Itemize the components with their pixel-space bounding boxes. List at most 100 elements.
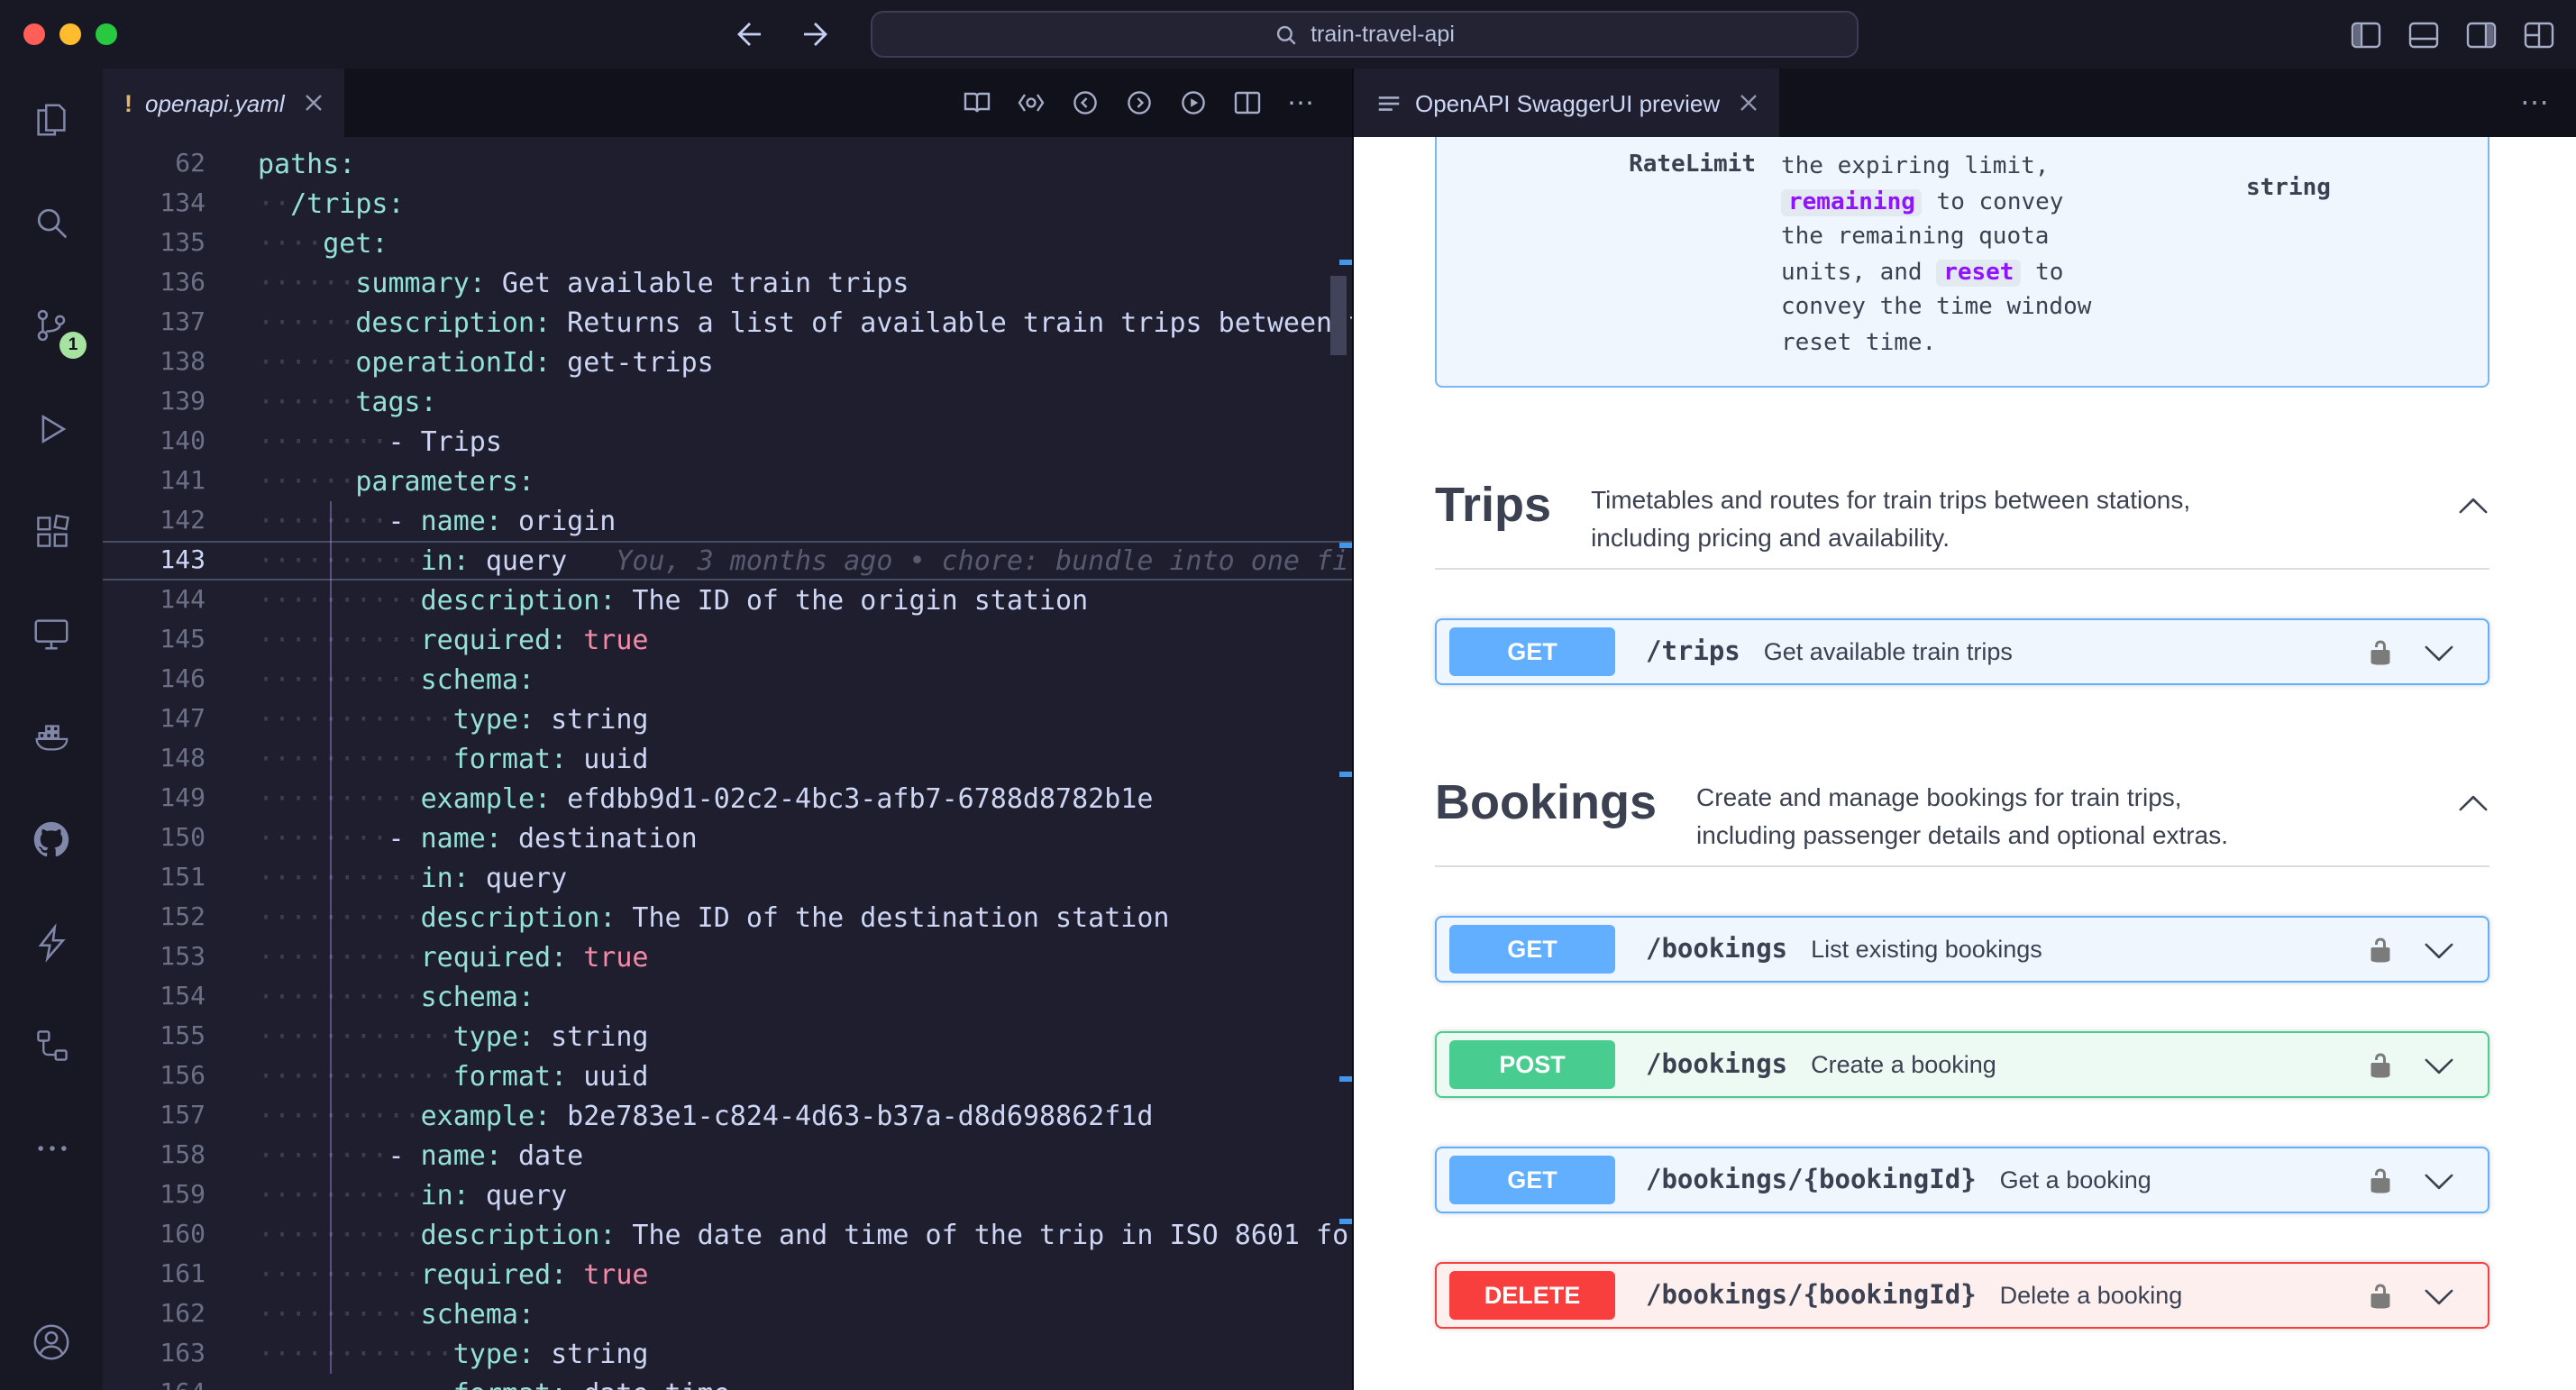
- close-tab-icon[interactable]: [1740, 94, 1758, 112]
- code-line[interactable]: 152 ··········description: The ID of the …: [103, 898, 1352, 937]
- auth-lock-icon[interactable]: [2367, 1281, 2394, 1310]
- source-control-icon[interactable]: 1: [0, 274, 103, 377]
- code-line[interactable]: 142 ········- name: origin: [103, 501, 1352, 541]
- code-line[interactable]: 154 ··········schema:: [103, 977, 1352, 1017]
- code-line[interactable]: 146 ··········schema:: [103, 660, 1352, 700]
- auth-lock-icon[interactable]: [2367, 1050, 2394, 1079]
- code-line[interactable]: 143 ··········in: query You, 3 months ago…: [103, 541, 1352, 581]
- expand-chevron-icon[interactable]: [2423, 1048, 2455, 1081]
- tag-title: Bookings: [1435, 775, 1658, 829]
- auth-lock-icon[interactable]: [2367, 935, 2394, 964]
- line-number: 147: [160, 705, 206, 734]
- docker-icon[interactable]: [0, 685, 103, 788]
- expand-chevron-icon[interactable]: [2423, 1279, 2455, 1312]
- more-views-icon[interactable]: [0, 1096, 103, 1199]
- operation-row[interactable]: GET/bookings/{bookingId} Get a booking: [1435, 1147, 2489, 1213]
- auth-lock-icon[interactable]: [2367, 1166, 2394, 1194]
- code-line[interactable]: 137 ······description: Returns a list of …: [103, 303, 1352, 343]
- code-line[interactable]: 158 ········- name: date: [103, 1136, 1352, 1175]
- zoom-window-icon[interactable]: [96, 23, 117, 45]
- run-debug-icon[interactable]: [0, 377, 103, 480]
- operation-row[interactable]: GET/bookings List existing bookings: [1435, 916, 2489, 983]
- auth-lock-icon[interactable]: [2367, 637, 2394, 666]
- collapse-chevron-icon[interactable]: [2457, 478, 2489, 523]
- extensions-icon[interactable]: [0, 480, 103, 582]
- openapi-preview-icon[interactable]: [1017, 88, 1046, 117]
- code-line[interactable]: 147 ············type: string: [103, 700, 1352, 739]
- customize-layout-icon[interactable]: [2524, 21, 2554, 48]
- operation-row[interactable]: POST/bookings Create a booking: [1435, 1031, 2489, 1098]
- navigate-forward-icon[interactable]: [800, 20, 829, 49]
- previous-change-icon[interactable]: [1071, 88, 1100, 117]
- code-line[interactable]: 155 ············type: string: [103, 1017, 1352, 1056]
- editor-scrollbar[interactable]: [1330, 276, 1347, 355]
- thunder-client-icon[interactable]: [0, 891, 103, 993]
- operation-row[interactable]: DELETE/bookings/{bookingId} Delete a book…: [1435, 1262, 2489, 1329]
- code-line[interactable]: 135 ····get:: [103, 224, 1352, 263]
- line-number: 159: [160, 1181, 206, 1210]
- title-bar: train-travel-api: [0, 0, 2576, 69]
- hierarchy-icon[interactable]: [0, 993, 103, 1096]
- code-line[interactable]: 157 ··········example: b2e783e1-c824-4d63…: [103, 1096, 1352, 1136]
- overview-ruler-mark: [1339, 1076, 1352, 1082]
- more-actions-icon[interactable]: ⋯: [2520, 69, 2576, 137]
- toggle-secondary-sidebar-icon[interactable]: [2466, 21, 2497, 48]
- more-actions-icon[interactable]: ⋯: [1287, 87, 1316, 119]
- expand-chevron-icon[interactable]: [2423, 1164, 2455, 1196]
- code-line[interactable]: 138 ······operationId: get-trips: [103, 343, 1352, 382]
- command-center[interactable]: train-travel-api: [871, 11, 1859, 58]
- account-icon[interactable]: [0, 1293, 103, 1390]
- explorer-icon[interactable]: [0, 69, 103, 171]
- close-tab-icon[interactable]: [305, 94, 323, 112]
- code-line[interactable]: 145 ··········required: true: [103, 620, 1352, 660]
- expand-chevron-icon[interactable]: [2423, 636, 2455, 668]
- line-number: 153: [160, 943, 206, 972]
- close-window-icon[interactable]: [23, 23, 45, 45]
- code-line[interactable]: 144 ··········description: The ID of the …: [103, 581, 1352, 620]
- code-line[interactable]: 159 ··········in: query: [103, 1175, 1352, 1215]
- line-number: 151: [160, 864, 206, 892]
- open-preview-icon[interactable]: [963, 88, 991, 117]
- code-line[interactable]: 161 ··········required: true: [103, 1255, 1352, 1294]
- overview-ruler-mark: [1339, 543, 1352, 548]
- code-line[interactable]: 162 ··········schema:: [103, 1294, 1352, 1334]
- code-line[interactable]: 62 paths:: [103, 144, 1352, 184]
- tab-openapi-yaml[interactable]: ! openapi.yaml: [103, 69, 344, 137]
- operation-summary: Delete a booking: [1999, 1282, 2183, 1309]
- command-center-text: train-travel-api: [1311, 22, 1455, 47]
- code-line[interactable]: 150 ········- name: destination: [103, 818, 1352, 858]
- operation-row[interactable]: GET/trips Get available train trips: [1435, 618, 2489, 685]
- code-line[interactable]: 149 ··········example: efdbb9d1-02c2-4bc3…: [103, 779, 1352, 818]
- preview-tab-bar: OpenAPI SwaggerUI preview ⋯: [1354, 69, 2576, 137]
- line-number: 163: [160, 1340, 206, 1368]
- code-line[interactable]: 151 ··········in: query: [103, 858, 1352, 898]
- code-line[interactable]: 163 ············type: string: [103, 1334, 1352, 1374]
- code-line[interactable]: 140 ········- Trips: [103, 422, 1352, 462]
- code-line[interactable]: 156 ············format: uuid: [103, 1056, 1352, 1096]
- remote-explorer-icon[interactable]: [0, 582, 103, 685]
- navigate-back-icon[interactable]: [735, 20, 764, 49]
- collapse-chevron-icon[interactable]: [2457, 775, 2489, 820]
- toggle-panel-icon[interactable]: [2408, 21, 2439, 48]
- split-editor-icon[interactable]: [1233, 88, 1262, 117]
- tag-header[interactable]: Trips Timetables and routes for train tri…: [1435, 442, 2489, 570]
- tab-swagger-preview[interactable]: OpenAPI SwaggerUI preview: [1354, 69, 1780, 137]
- run-request-icon[interactable]: [1179, 88, 1208, 117]
- code-line[interactable]: 148 ············format: uuid: [103, 739, 1352, 779]
- code-editor[interactable]: 62 paths: 134 ··/trips: 135 ····get: 136 ······…: [103, 137, 1352, 1390]
- github-icon[interactable]: [0, 788, 103, 891]
- code-line[interactable]: 139 ······tags:: [103, 382, 1352, 422]
- code-line[interactable]: 160 ··········description: The date and t…: [103, 1215, 1352, 1255]
- minimize-window-icon[interactable]: [59, 23, 81, 45]
- expand-chevron-icon[interactable]: [2423, 933, 2455, 965]
- next-change-icon[interactable]: [1125, 88, 1154, 117]
- tab-label: OpenAPI SwaggerUI preview: [1415, 89, 1721, 116]
- code-line[interactable]: 153 ··········required: true: [103, 937, 1352, 977]
- code-line[interactable]: 164············format: date-time: [103, 1374, 1352, 1390]
- code-line[interactable]: 136 ······summary: Get available train tr…: [103, 263, 1352, 303]
- code-line[interactable]: 134 ··/trips:: [103, 184, 1352, 224]
- toggle-sidebar-icon[interactable]: [2351, 21, 2381, 48]
- search-icon[interactable]: [0, 171, 103, 274]
- code-line[interactable]: 141 ······parameters:: [103, 462, 1352, 501]
- tag-header[interactable]: Bookings Create and manage bookings for t…: [1435, 739, 2489, 867]
